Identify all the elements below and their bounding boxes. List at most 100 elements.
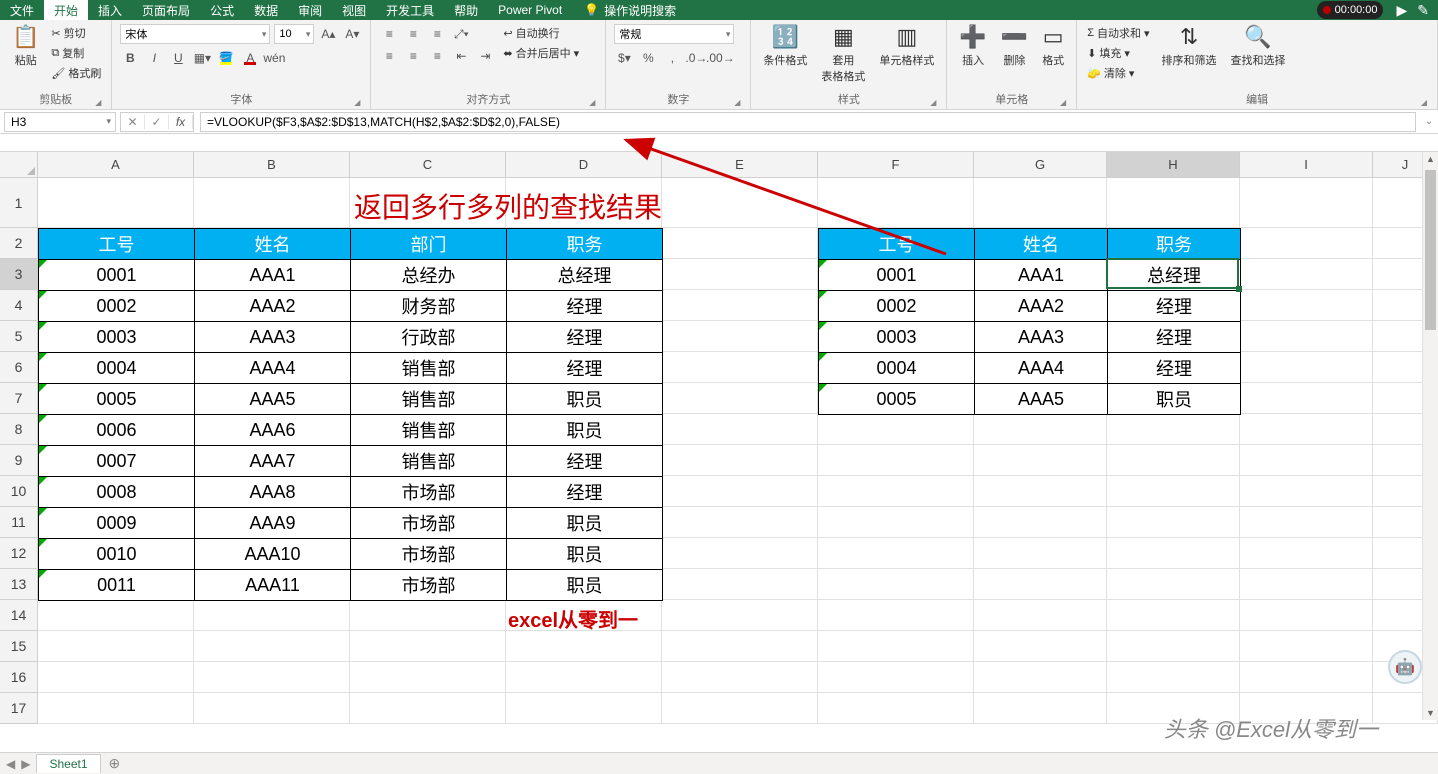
col-header-C[interactable]: C (350, 152, 506, 177)
dec-decimal-button[interactable]: .00→ (710, 48, 730, 68)
percent-button[interactable]: % (638, 48, 658, 68)
tell-me-search[interactable]: 💡操作说明搜索 (572, 2, 676, 19)
cancel-formula-button[interactable]: ✕ (121, 115, 145, 129)
recorder-widget[interactable]: 00:00:00 (1317, 1, 1384, 19)
col-header-E[interactable]: E (662, 152, 818, 177)
row-header-12[interactable]: 12 (0, 538, 38, 569)
row-header-2[interactable]: 2 (0, 228, 38, 259)
paste-button[interactable]: 📋 粘贴 (8, 24, 43, 68)
ribbon-tab-0[interactable]: 文件 (0, 0, 44, 20)
ribbon-tab-3[interactable]: 页面布局 (132, 0, 200, 20)
ribbon-tab-9[interactable]: 帮助 (444, 0, 488, 20)
wrap-text-button[interactable]: ↩自动换行 (501, 24, 581, 42)
font-color-button[interactable]: A (240, 48, 260, 68)
worksheet-grid[interactable]: 1234567891011121314151617 ABCDEFGHIJ 返回多… (0, 152, 1438, 742)
copy-button[interactable]: ⧉复制 (49, 44, 103, 62)
col-header-B[interactable]: B (194, 152, 350, 177)
phonetic-button[interactable]: wén (264, 48, 284, 68)
ribbon-tab-1[interactable]: 开始 (44, 0, 88, 20)
scroll-up-icon[interactable]: ▲ (1423, 154, 1438, 164)
row-header-10[interactable]: 10 (0, 476, 38, 507)
add-sheet-button[interactable]: ⊕ (101, 755, 129, 772)
italic-button[interactable]: I (144, 48, 164, 68)
row-header-14[interactable]: 14 (0, 600, 38, 631)
grow-font-button[interactable]: A▴ (318, 24, 338, 44)
autosum-button[interactable]: Σ自动求和 ▾ (1085, 24, 1151, 42)
accounting-button[interactable]: $▾ (614, 48, 634, 68)
align-middle-button[interactable]: ≡ (403, 24, 423, 44)
name-box[interactable]: H3 (4, 112, 116, 132)
border-button[interactable]: ▦▾ (192, 48, 212, 68)
row-header-3[interactable]: 3 (0, 259, 38, 290)
align-right-button[interactable]: ≡ (427, 46, 447, 66)
col-header-G[interactable]: G (974, 152, 1107, 177)
fill-color-button[interactable]: 🪣 (216, 48, 236, 68)
select-all-corner[interactable] (0, 152, 38, 178)
row-header-1[interactable]: 1 (0, 178, 38, 228)
bold-button[interactable]: B (120, 48, 140, 68)
row-header-15[interactable]: 15 (0, 631, 38, 662)
clear-button[interactable]: 🧽清除 ▾ (1085, 64, 1151, 82)
row-header-8[interactable]: 8 (0, 414, 38, 445)
orientation-button[interactable]: ⤢▾ (451, 24, 471, 44)
fill-button[interactable]: ⬇填充 ▾ (1085, 44, 1151, 62)
inc-decimal-button[interactable]: .0→ (686, 48, 706, 68)
insert-cells-button[interactable]: ➕插入 (955, 24, 990, 68)
row-header-13[interactable]: 13 (0, 569, 38, 600)
col-header-I[interactable]: I (1240, 152, 1373, 177)
row-header-11[interactable]: 11 (0, 507, 38, 538)
font-size-select[interactable]: 10 (274, 24, 314, 44)
ribbon-tab-7[interactable]: 视图 (332, 0, 376, 20)
align-top-button[interactable]: ≡ (379, 24, 399, 44)
row-header-6[interactable]: 6 (0, 352, 38, 383)
cut-button[interactable]: ✂剪切 (49, 24, 103, 42)
col-header-A[interactable]: A (38, 152, 194, 177)
cell-styles-button[interactable]: ▥单元格样式 (875, 24, 938, 68)
formula-input[interactable]: =VLOOKUP($F3,$A$2:$D$13,MATCH(H$2,$A$2:$… (200, 112, 1416, 132)
indent-inc-button[interactable]: ⇥ (475, 46, 495, 66)
ribbon-tab-5[interactable]: 数据 (244, 0, 288, 20)
ribbon-tab-2[interactable]: 插入 (88, 0, 132, 20)
col-header-D[interactable]: D (506, 152, 662, 177)
sort-filter-button[interactable]: ⇅排序和筛选 (1158, 24, 1221, 68)
row-header-7[interactable]: 7 (0, 383, 38, 414)
ribbon-tab-4[interactable]: 公式 (200, 0, 244, 20)
ribbon-tab-6[interactable]: 审阅 (288, 0, 332, 20)
align-bottom-button[interactable]: ≡ (427, 24, 447, 44)
vertical-scrollbar[interactable]: ▲ ▼ (1422, 152, 1438, 720)
merge-center-button[interactable]: ⬌合并后居中 ▾ (501, 44, 581, 62)
comma-button[interactable]: , (662, 48, 682, 68)
col-header-F[interactable]: F (818, 152, 974, 177)
row-header-5[interactable]: 5 (0, 321, 38, 352)
scrollbar-thumb[interactable] (1425, 170, 1436, 330)
align-center-button[interactable]: ≡ (403, 46, 423, 66)
conditional-format-button[interactable]: 🔢条件格式 (759, 24, 811, 68)
underline-button[interactable]: U (168, 48, 188, 68)
delete-cells-button[interactable]: ➖删除 (997, 24, 1032, 68)
find-select-button[interactable]: 🔍查找和选择 (1227, 24, 1290, 68)
col-header-H[interactable]: H (1107, 152, 1240, 177)
enter-formula-button[interactable]: ✓ (145, 115, 169, 129)
play-icon[interactable]: ▶ (1396, 2, 1407, 19)
row-header-17[interactable]: 17 (0, 693, 38, 724)
font-name-select[interactable]: 宋体 (120, 24, 270, 44)
align-left-button[interactable]: ≡ (379, 46, 399, 66)
expand-formula-button[interactable]: ⌄ (1420, 116, 1438, 127)
ribbon-tab-8[interactable]: 开发工具 (376, 0, 444, 20)
sheet-nav[interactable]: ◀▶ (0, 757, 36, 771)
ribbon-tab-10[interactable]: Power Pivot (488, 0, 572, 20)
insert-function-button[interactable]: fx (169, 115, 193, 129)
format-painter-button[interactable]: 🖌格式刷 (49, 64, 103, 82)
shrink-font-button[interactable]: A▾ (342, 24, 362, 44)
edit-icon[interactable]: ✎ (1417, 2, 1429, 19)
column-headers: ABCDEFGHIJ (38, 152, 1438, 178)
scroll-down-icon[interactable]: ▼ (1423, 708, 1438, 718)
row-header-9[interactable]: 9 (0, 445, 38, 476)
number-format-select[interactable]: 常规 (614, 24, 734, 44)
indent-dec-button[interactable]: ⇤ (451, 46, 471, 66)
format-cells-button[interactable]: ▭格式 (1038, 24, 1068, 68)
sheet-tab[interactable]: Sheet1 (36, 754, 100, 773)
table-format-button[interactable]: ▦套用 表格格式 (817, 24, 869, 84)
row-header-4[interactable]: 4 (0, 290, 38, 321)
row-header-16[interactable]: 16 (0, 662, 38, 693)
